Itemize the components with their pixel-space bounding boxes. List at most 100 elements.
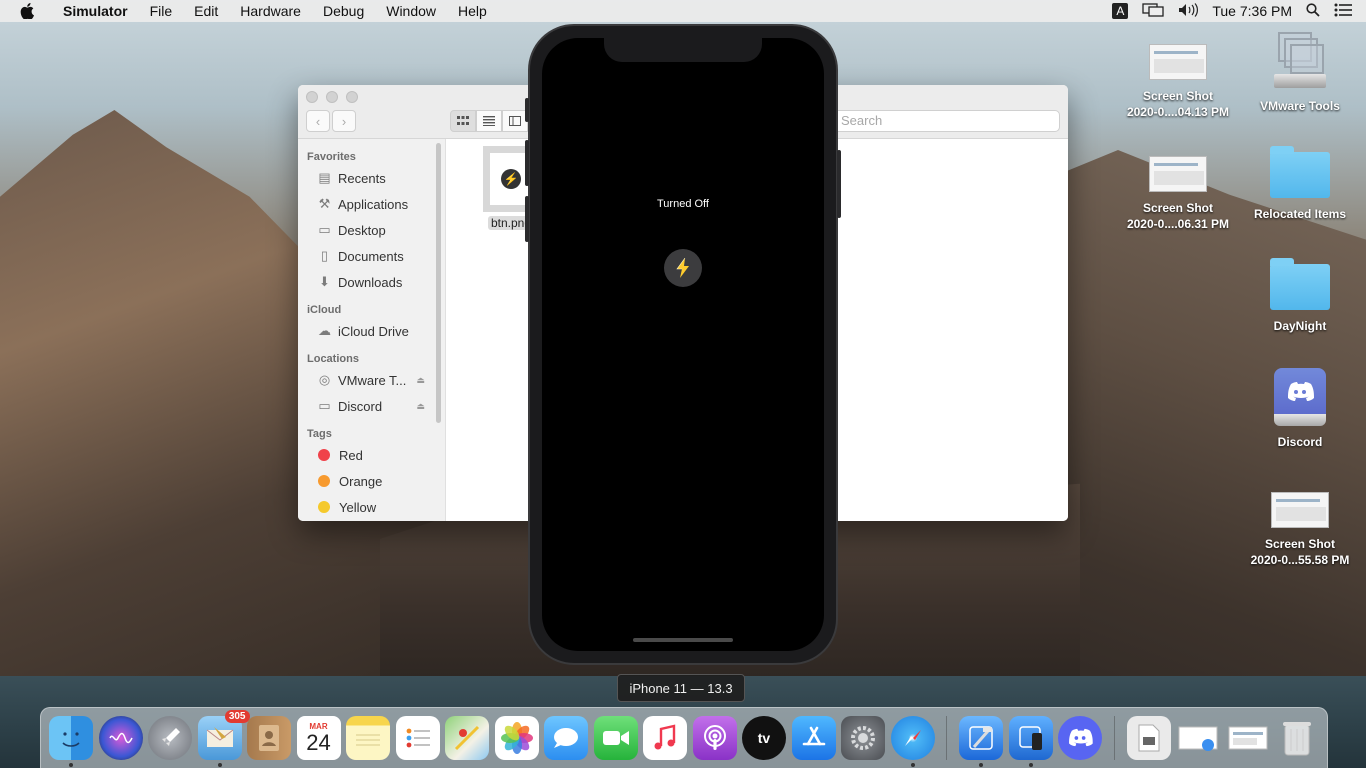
close-window-button[interactable] [306,91,318,103]
sidebar-item-downloads[interactable]: ⬇ Downloads [298,269,445,295]
list-view-button[interactable] [476,110,502,132]
desktop-icon-relocated-items[interactable]: Relocated Items [1240,146,1360,222]
sidebar-item-recents[interactable]: ▤ Recents [298,165,445,191]
downloads-stack-dock-icon[interactable] [1126,716,1171,760]
menu-edit[interactable]: Edit [183,0,229,22]
device-notch [604,38,762,62]
sidebar-item-documents[interactable]: ▯ Documents [298,243,445,269]
back-button[interactable]: ‹ [306,110,330,132]
sidebar-item-discord[interactable]: ▭ Discord ⏏ [298,393,445,419]
sidebar-tag-red[interactable]: Red [298,442,445,468]
desktop-icon-label: DayNight [1273,319,1327,333]
desktop-icon-label: VMware Tools [1260,99,1340,113]
desktop-icon-label: Screen Shot [1142,201,1214,215]
podcasts-dock-icon[interactable] [692,716,737,760]
running-indicator [217,763,222,767]
zoom-window-button[interactable] [346,91,358,103]
simulator-screen[interactable]: Turned Off [542,38,824,651]
sidebar-tag-yellow[interactable]: Yellow [298,494,445,520]
recent-screenshot-dock-icon[interactable] [1226,716,1270,760]
menu-help[interactable]: Help [447,0,498,22]
menu-window[interactable]: Window [375,0,447,22]
sidebar-item-applications[interactable]: ⚒ Applications [298,191,445,217]
menu-bar: Simulator File Edit Hardware Debug Windo… [0,0,1366,22]
volume-down-button[interactable] [525,196,529,242]
sidebar-heading-locations: Locations [307,353,359,365]
notes-dock-icon[interactable] [346,716,390,760]
sidebar-item-label: Discord [338,398,383,414]
home-indicator[interactable] [633,638,733,642]
eject-icon[interactable]: ⏏ [416,401,425,412]
forward-button[interactable]: › [332,110,356,132]
desktop-icon-screenshot-3[interactable]: Screen Shot 2020-0...55.58 PM [1240,492,1360,568]
red-tag-dot-icon [318,449,330,461]
music-dock-icon[interactable] [643,716,687,760]
menu-debug[interactable]: Debug [312,0,375,22]
desktop-icon-label: Screen Shot [1142,89,1214,103]
finder-search-field[interactable]: Search [830,110,1060,132]
display-mirroring-icon[interactable] [1142,2,1165,20]
calendar-dock-icon[interactable]: MAR 24 [296,716,341,760]
xcode-dock-icon[interactable] [959,716,1003,767]
side-power-button[interactable] [837,150,841,218]
desktop-icon-label: Relocated Items [1253,207,1347,221]
mute-switch[interactable] [525,98,529,122]
eject-icon[interactable]: ⏏ [416,375,425,386]
system-preferences-dock-icon[interactable] [841,716,885,760]
sidebar-heading-icloud: iCloud [307,304,342,316]
sidebar-item-label: Applications [338,196,409,212]
menu-app-name[interactable]: Simulator [52,0,139,22]
messages-dock-icon[interactable] [544,716,588,760]
flashlight-toggle-button[interactable] [664,249,702,287]
contacts-dock-icon[interactable] [247,716,291,760]
sidebar-item-desktop[interactable]: ▭ Desktop [298,217,445,243]
status-label: Turned Off [657,198,709,210]
spotlight-search-icon[interactable] [1306,2,1320,20]
sidebar-item-vmware-tools[interactable]: ◎ VMware T... ⏏ [298,367,445,393]
finder-sidebar: Favorites ▤ Recents ⚒ Applications ▭ Des… [298,139,446,521]
desktop-icon-daynight[interactable]: DayNight [1240,258,1360,334]
desktop-icon-screenshot-1[interactable]: Screen Shot 2020-0....04.13 PM [1118,44,1238,120]
facetime-dock-icon[interactable] [593,716,638,760]
discord-dock-icon[interactable] [1058,716,1102,760]
mail-dock-icon[interactable]: 305 [197,710,250,767]
notification-center-icon[interactable] [1334,3,1352,20]
orange-tag-dot-icon [318,475,330,487]
photos-dock-icon[interactable] [494,716,539,760]
maps-dock-icon[interactable] [445,716,489,760]
mail-unread-badge: 305 [224,710,250,723]
launchpad-dock-icon[interactable] [148,716,192,760]
screenshot-thumbnail-icon [1149,156,1207,192]
sidebar-tag-orange[interactable]: Orange [298,468,445,494]
desktop-icon-discord[interactable]: Discord [1240,368,1360,450]
sidebar-item-icloud-drive[interactable]: ☁ iCloud Drive [298,318,445,344]
finder-dock-icon[interactable] [49,716,93,767]
reminders-dock-icon[interactable] [395,716,440,760]
input-source-icon[interactable]: A [1112,3,1129,19]
desktop-icon: ▭ [318,222,331,237]
volume-icon[interactable] [1178,2,1199,20]
sidebar-item-label: Red [339,447,363,463]
safari-dock-icon[interactable] [890,716,935,767]
minimize-window-button[interactable] [326,91,338,103]
menu-file[interactable]: File [139,0,184,22]
apple-menu-icon[interactable] [16,0,38,22]
sidebar-item-label: Desktop [338,222,386,238]
recent-document-dock-icon[interactable] [1176,716,1220,760]
sidebar-item-label: iCloud Drive [338,323,409,339]
menu-hardware[interactable]: Hardware [229,0,312,22]
sidebar-item-label: Recents [338,170,386,186]
clock[interactable]: Tue 7:36 PM [1212,3,1292,19]
desktop-icon-vmware-tools[interactable]: VMware Tools [1240,30,1360,114]
volume-up-button[interactable] [525,140,529,186]
sidebar-item-label: Yellow [339,499,377,515]
simulator-dock-icon[interactable] [1008,716,1053,767]
desktop-icon-label: Screen Shot [1264,537,1336,551]
icon-view-button[interactable] [450,110,476,132]
siri-dock-icon[interactable] [98,716,143,760]
trash-dock-icon[interactable] [1275,716,1319,760]
apple-tv-dock-icon[interactable]: tv [742,716,786,760]
desktop-icon-screenshot-2[interactable]: Screen Shot 2020-0....06.31 PM [1118,156,1238,232]
app-store-dock-icon[interactable] [791,716,836,760]
desktop-icon-sublabel: 2020-0...55.58 PM [1250,553,1350,567]
